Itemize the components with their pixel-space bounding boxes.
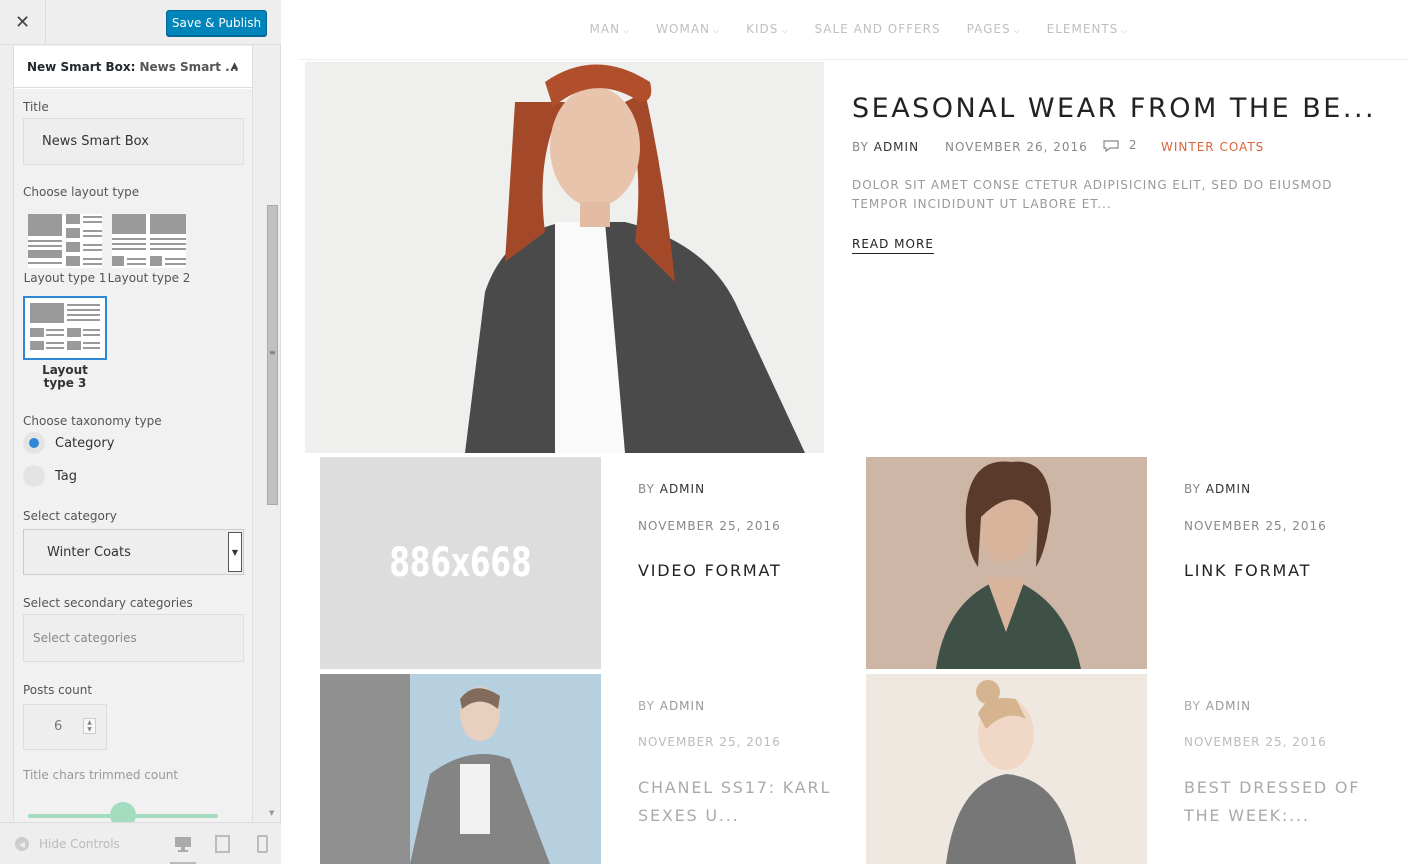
author-link[interactable]: ADMIN xyxy=(1206,482,1251,496)
hero-post-excerpt: DOLOR SIT AMET CONSE CTETUR ADIPISICING … xyxy=(852,178,1333,211)
main-navigation: MAN ⌵ WOMAN ⌵ KIDS ⌵ SALE AND OFFERS PAGES ⌵… xyxy=(299,0,1409,60)
radio-label-category: Category xyxy=(55,435,115,451)
nav-item-kids[interactable]: KIDS ⌵ xyxy=(746,22,788,36)
category-select-value: Winter Coats xyxy=(47,544,131,560)
card-title[interactable]: LINK FORMAT xyxy=(1184,557,1311,585)
read-more-link[interactable]: READ MORE xyxy=(852,237,934,254)
close-button[interactable]: ✕ xyxy=(0,0,46,45)
author-link[interactable]: ADMIN xyxy=(660,482,705,496)
hero-post-title[interactable]: SEASONAL WEAR FROM THE BE... xyxy=(852,93,1376,124)
card-author: BY ADMIN xyxy=(1184,699,1252,713)
layout-2-caption: Layout type 2 xyxy=(107,271,191,285)
panel-body: Title News Smart Box Choose layout type xyxy=(14,89,252,822)
spinner-arrows-icon[interactable]: ▲ ▼ xyxy=(83,718,96,734)
sidebar-header: ✕ Save & Publish xyxy=(0,0,281,45)
sidebar-footer: ◀ Hide Controls xyxy=(0,822,281,864)
taxonomy-radio-tag[interactable]: Tag xyxy=(23,465,77,487)
chevron-down-icon: ⌵ xyxy=(713,26,721,35)
mobile-preview-button[interactable] xyxy=(254,835,272,853)
card-date: NOVEMBER 25, 2016 xyxy=(638,519,781,533)
layout-1-thumbnail-icon xyxy=(28,214,102,268)
comment-icon xyxy=(1103,139,1119,152)
title-label: Title xyxy=(23,100,49,114)
author-link[interactable]: ADMIN xyxy=(874,140,919,154)
card-date: NOVEMBER 25, 2016 xyxy=(1184,735,1327,749)
chevron-down-icon: ⌵ xyxy=(781,26,789,35)
dropdown-arrow-icon[interactable]: ▼ xyxy=(228,532,242,572)
card-author: BY ADMIN xyxy=(638,482,706,496)
nav-item-pages[interactable]: PAGES ⌵ xyxy=(967,22,1021,36)
title-input[interactable]: News Smart Box xyxy=(23,118,244,165)
desktop-preview-button[interactable] xyxy=(170,835,196,864)
hide-controls-label: Hide Controls xyxy=(39,837,120,851)
tablet-icon xyxy=(215,835,230,853)
chevron-down-icon: ⌵ xyxy=(1013,26,1021,35)
panel-header[interactable]: New Smart Box: News Smart ... xyxy=(14,46,252,88)
post-card-image[interactable]: 886x668 xyxy=(320,457,601,669)
posts-count-stepper[interactable]: 6 ▲ ▼ xyxy=(23,704,107,750)
chevron-down-icon: ⌵ xyxy=(623,26,631,35)
layout-option-3[interactable]: Layout type 3 xyxy=(22,296,108,390)
post-card-image[interactable] xyxy=(866,674,1147,864)
layout-option-2[interactable]: Layout type 2 xyxy=(106,214,192,285)
secondary-categories-label: Select secondary categories xyxy=(23,596,193,610)
scroll-down-arrow-icon[interactable]: ▼ xyxy=(269,809,274,817)
secondary-categories-input[interactable]: Select categories xyxy=(23,614,244,662)
section-panel: New Smart Box: News Smart ... ▲ Title Ne… xyxy=(13,46,253,822)
layout-3-caption: Layout type 3 xyxy=(42,363,88,390)
hero-post-category[interactable]: WINTER COATS xyxy=(1161,140,1264,154)
card-title[interactable]: CHANEL SS17: KARL SEXES U... xyxy=(638,774,831,830)
radio-checked-icon xyxy=(23,432,45,454)
author-link[interactable]: ADMIN xyxy=(1206,699,1251,713)
hide-controls-button[interactable]: ◀ Hide Controls xyxy=(15,837,120,851)
nav-item-man[interactable]: MAN ⌵ xyxy=(590,22,631,36)
save-publish-button[interactable]: Save & Publish xyxy=(166,10,267,36)
taxonomy-radio-category[interactable]: Category xyxy=(23,432,114,454)
taxonomy-label: Choose taxonomy type xyxy=(23,414,162,428)
collapse-left-icon: ◀ xyxy=(15,837,29,851)
nav-item-sale[interactable]: SALE AND OFFERS xyxy=(814,22,940,36)
sidebar-scrollbar[interactable]: ≡ ▼ xyxy=(265,47,280,821)
scroll-grip-icon: ≡ xyxy=(269,348,276,357)
hero-post-comments[interactable]: 2 xyxy=(1102,138,1137,153)
card-author: BY ADMIN xyxy=(638,699,706,713)
layout-2-thumbnail-icon xyxy=(112,214,186,268)
radio-unchecked-icon xyxy=(23,465,45,487)
category-select[interactable]: Winter Coats ▼ xyxy=(23,529,244,575)
card-date: NOVEMBER 25, 2016 xyxy=(638,735,781,749)
card-date: NOVEMBER 25, 2016 xyxy=(1184,519,1327,533)
hero-post-date: NOVEMBER 26, 2016 xyxy=(945,140,1088,154)
desktop-icon xyxy=(175,837,191,852)
post-card-image[interactable] xyxy=(320,674,601,864)
trim-count-slider-handle[interactable] xyxy=(110,802,136,822)
nav-item-woman[interactable]: WOMAN ⌵ xyxy=(656,22,720,36)
hero-post-author: BY ADMIN xyxy=(852,140,920,154)
image-placeholder-label: 886x668 xyxy=(389,540,532,586)
panel-title: New Smart Box: xyxy=(27,59,136,74)
site-preview: MAN ⌵ WOMAN ⌵ KIDS ⌵ SALE AND OFFERS PAGES ⌵… xyxy=(282,0,1419,864)
posts-count-label: Posts count xyxy=(23,683,93,697)
panel-subtitle: News Smart ... xyxy=(139,59,239,74)
radio-label-tag: Tag xyxy=(55,468,78,484)
card-title[interactable]: VIDEO FORMAT xyxy=(638,557,782,585)
card-author: BY ADMIN xyxy=(1184,482,1252,496)
hero-post-image[interactable] xyxy=(305,62,824,453)
tablet-preview-button[interactable] xyxy=(214,835,232,853)
mobile-icon xyxy=(257,835,268,853)
nav-item-elements[interactable]: ELEMENTS ⌵ xyxy=(1047,22,1129,36)
posts-count-value: 6 xyxy=(54,719,63,734)
trim-count-label: Title chars trimmed count xyxy=(23,768,179,782)
layout-option-1[interactable]: Layout type 1 xyxy=(22,214,108,285)
layout-3-thumbnail-icon xyxy=(23,296,107,360)
close-icon[interactable]: ✕ xyxy=(15,12,30,33)
chevron-down-icon: ⌵ xyxy=(1121,26,1129,35)
author-link[interactable]: ADMIN xyxy=(660,699,705,713)
post-card-image[interactable] xyxy=(866,457,1147,669)
card-title[interactable]: BEST DRESSED OF THE WEEK:... xyxy=(1184,774,1360,830)
customizer-sidebar: ✕ Save & Publish New Smart Box: News Sma… xyxy=(0,0,281,864)
category-label: Select category xyxy=(23,509,117,523)
collapse-caret-icon[interactable]: ▲ xyxy=(231,61,238,71)
layout-1-caption: Layout type 1 xyxy=(23,271,107,285)
layout-label: Choose layout type xyxy=(23,185,140,199)
